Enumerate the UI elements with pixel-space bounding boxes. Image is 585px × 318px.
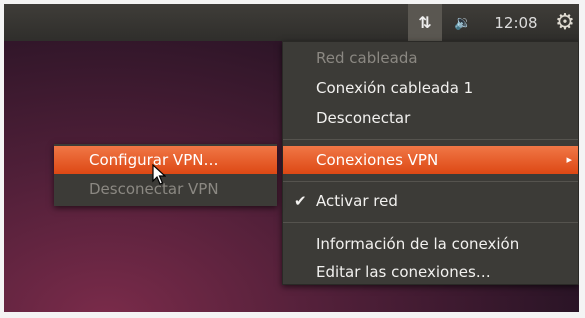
vpn-connections-item[interactable]: Conexiones VPN ▸ bbox=[283, 146, 578, 174]
disconnect-item[interactable]: Desconectar bbox=[283, 104, 578, 132]
wired-connection-item[interactable]: Conexión cableada 1 bbox=[283, 74, 578, 102]
menu-separator bbox=[283, 181, 578, 182]
network-menu: Red cableada Conexión cableada 1 Descone… bbox=[282, 41, 579, 285]
menu-separator bbox=[283, 222, 578, 223]
sound-indicator[interactable]: 🔉 bbox=[445, 4, 481, 41]
menu-separator bbox=[283, 139, 578, 140]
speaker-icon: 🔉 bbox=[454, 14, 472, 31]
checkmark-icon: ✔ bbox=[294, 192, 307, 210]
enable-network-item[interactable]: ✔ Activar red bbox=[283, 187, 578, 215]
network-indicator[interactable]: ⇅ bbox=[408, 4, 442, 41]
vpn-connections-label: Conexiones VPN bbox=[316, 151, 439, 169]
gear-icon: ⚙ bbox=[555, 10, 575, 35]
wired-network-header: Red cableada bbox=[316, 49, 418, 67]
network-updown-icon: ⇅ bbox=[418, 13, 432, 32]
clock[interactable]: 12:08 bbox=[486, 4, 546, 41]
session-indicator[interactable]: ⚙ bbox=[552, 4, 578, 41]
edit-connections-item[interactable]: Editar las conexiones… bbox=[283, 258, 578, 286]
top-panel: ⇅ 🔉 12:08 ⚙ bbox=[4, 4, 579, 41]
enable-network-label: Activar red bbox=[316, 192, 398, 210]
chevron-right-icon: ▸ bbox=[566, 153, 572, 166]
connection-info-item[interactable]: Información de la conexión bbox=[283, 230, 578, 258]
mouse-pointer-icon bbox=[152, 164, 166, 185]
